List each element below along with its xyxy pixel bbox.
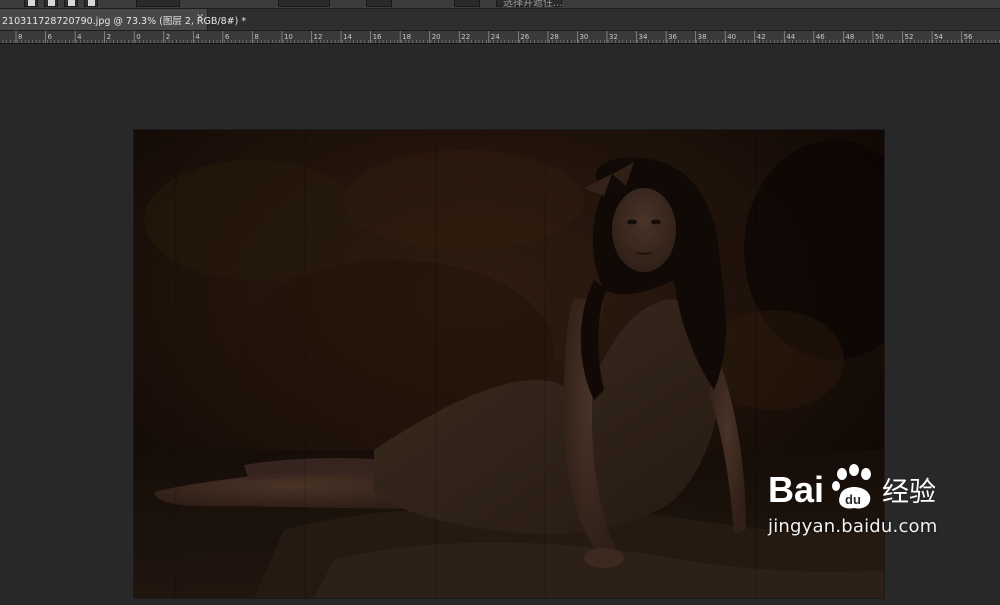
- ruler-label: 4: [195, 33, 200, 41]
- ruler-label: 48: [845, 33, 854, 41]
- logo-text-right: 经验: [882, 477, 936, 508]
- ruler-label: 24: [491, 33, 500, 41]
- ruler-label: 46: [816, 33, 825, 41]
- ruler-label: 6: [48, 33, 53, 41]
- ruler-label: 30: [579, 33, 588, 41]
- ruler-label: 22: [461, 33, 470, 41]
- new-selection-button[interactable]: [24, 0, 38, 7]
- ruler-label: 26: [520, 33, 529, 41]
- ruler-label: 2: [166, 33, 170, 41]
- select-and-mask-button[interactable]: 选择并遮住...: [496, 0, 563, 9]
- ruler-label: 36: [668, 33, 677, 41]
- ruler-label: 8: [254, 33, 258, 41]
- ruler-label: 18: [402, 33, 411, 41]
- document-tab-bar: 210311728720790.jpg @ 73.3% (图层 2, RGB/8…: [0, 9, 1000, 31]
- svg-text:du: du: [845, 492, 861, 507]
- ruler-label: 32: [609, 33, 618, 41]
- ruler-label: 38: [698, 33, 707, 41]
- ruler-label: 16: [373, 33, 382, 41]
- baidu-jingyan-watermark: Bai du 经验 jingyan.baidu.com: [768, 456, 988, 551]
- ruler-label: 10: [284, 33, 293, 41]
- ruler-label: 50: [875, 33, 884, 41]
- options-bar: 选择并遮住...: [0, 0, 1000, 9]
- style-select[interactable]: [278, 0, 330, 7]
- ruler-label: 6: [225, 33, 230, 41]
- logo-text-left: Bai: [768, 469, 824, 510]
- watermark-url: jingyan.baidu.com: [768, 516, 938, 537]
- add-to-selection-button[interactable]: [44, 0, 58, 7]
- ruler-label: 44: [786, 33, 795, 41]
- baidu-logo-icon: Bai du 经验: [768, 464, 936, 510]
- ruler-label: 56: [964, 33, 973, 41]
- ruler-label: 2: [107, 33, 111, 41]
- ruler-label: 4: [77, 33, 82, 41]
- subtract-selection-button[interactable]: [64, 0, 78, 7]
- height-input[interactable]: [454, 0, 480, 7]
- ruler-label: 52: [905, 33, 914, 41]
- document-tab-title: 210311728720790.jpg @ 73.3% (图层 2, RGB/8…: [2, 16, 247, 27]
- ruler-label: 40: [727, 33, 736, 41]
- ruler-label: 8: [18, 33, 22, 41]
- ruler-label: 54: [934, 33, 943, 41]
- width-input[interactable]: [366, 0, 392, 7]
- ruler-label: 20: [432, 33, 441, 41]
- ruler-ticks: 8 6 4 2 0 2 4 6 8 10 12 14 16 18 20 22 24 26 28 30 32 34 36 38 4…: [2, 31, 1000, 43]
- ruler-label: 14: [343, 33, 352, 41]
- document-tab[interactable]: 210311728720790.jpg @ 73.3% (图层 2, RGB/8…: [0, 9, 246, 30]
- ruler-label: 0: [136, 33, 140, 41]
- horizontal-ruler[interactable]: 8 6 4 2 0 2 4 6 8 10 12 14 16 18 20 22 24 26 28 30 32 34 36 38 4…: [0, 31, 1000, 44]
- select-and-mask-label: 选择并遮住...: [503, 0, 563, 9]
- feather-input[interactable]: [136, 0, 180, 7]
- ruler-label: 42: [757, 33, 766, 41]
- ruler-label: 12: [314, 33, 323, 41]
- ruler-label: 34: [639, 33, 648, 41]
- ruler-label: 28: [550, 33, 559, 41]
- intersect-selection-button[interactable]: [84, 0, 98, 7]
- close-icon[interactable]: ×: [196, 12, 204, 23]
